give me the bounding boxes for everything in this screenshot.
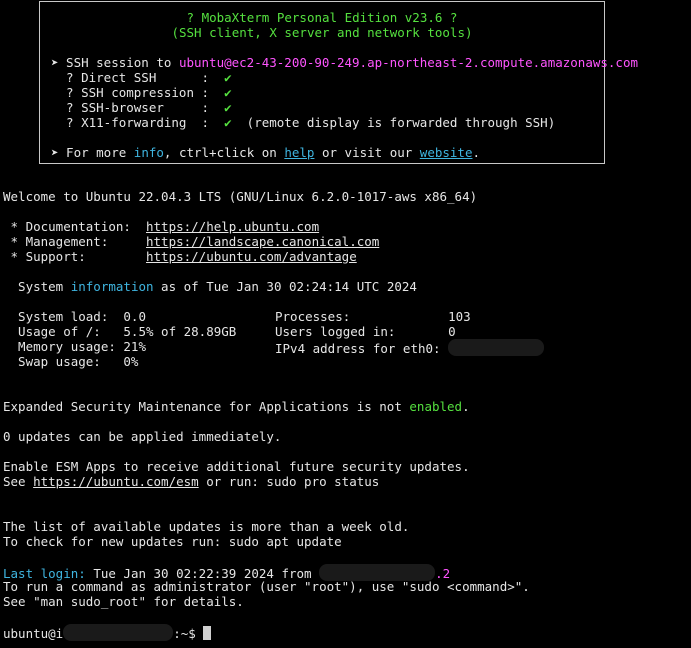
doc-url[interactable]: https://landscape.canonical.com [146,234,379,249]
esm-apps-line: Enable ESM Apps to receive additional fu… [3,459,470,474]
sysinfo-keyword: information [70,279,154,294]
doc-url[interactable]: https://help.ubuntu.com [146,219,319,234]
stat-left: System load: 0.0 [3,309,146,324]
banner-title: ? MobaXterm Personal Edition v23.6 ? [186,10,458,25]
text-cursor[interactable] [203,626,212,640]
ssh-session-line: ➤ SSH session to ubuntu@ec2-43-200-90-24… [51,55,638,70]
banner-subtitle: (SSH client, X server and network tools) [171,25,473,40]
doc-line-documentation: * Documentation: https://help.ubuntu.com [3,219,320,234]
updates-line: 0 updates can be applied immediately. [3,429,282,444]
sudo-line-2: See "man sudo_root" for details. [3,594,244,609]
esm-status-line: Expanded Security Maintenance for Applic… [3,399,470,414]
stat-left: Swap usage: 0% [3,354,139,369]
doc-line-management: * Management: https://landscape.canonica… [3,234,380,249]
check-updates-line: To check for new updates run: sudo apt u… [3,534,342,549]
stat-right: Processes: 103 [275,309,471,324]
ipv4-label: IPv4 address for eth0: [275,341,441,356]
stat-left: Usage of /: 5.5% of 28.89GB [3,324,237,339]
system-info-header: System information as of Tue Jan 30 02:2… [3,279,417,294]
stat-right-ipv4: IPv4 address for eth0: [275,339,545,356]
more-mid2: or visit our [314,145,420,160]
website-link[interactable]: website [420,145,473,160]
feature-direct-ssh: ? Direct SSH : ✔ [51,70,232,85]
check-icon: ✔ [224,70,232,85]
check-icon: ✔ [224,100,232,115]
stat-right: Users logged in: 0 [275,324,456,339]
feature-ssh-compression: ? SSH compression : ✔ [51,85,232,100]
feature-ssh-browser: ? SSH-browser : ✔ [51,100,232,115]
doc-line-support: * Support: https://ubuntu.com/advantage [3,249,357,264]
feature-label: ? SSH compression : [51,85,225,100]
feature-x11-forwarding: ? X11-forwarding : ✔ (remote display is … [51,115,555,130]
more-end: . [472,145,481,160]
prompt-suffix: :~$ [173,626,204,641]
welcome-line: Welcome to Ubuntu 22.04.3 LTS (GNU/Linux… [3,189,478,204]
esm-suffix: . [462,399,470,414]
esm-see-prefix: See [3,474,34,489]
doc-url[interactable]: https://ubuntu.com/advantage [146,249,357,264]
redacted-ip [448,339,545,356]
session-prefix: ➤ SSH session to [51,55,179,70]
feature-label: ? Direct SSH : [51,70,225,85]
help-link[interactable]: help [284,145,314,160]
doc-label: * Support: [3,249,146,264]
esm-url[interactable]: https://ubuntu.com/esm [33,474,199,489]
prompt-prefix: ubuntu@i [3,626,64,641]
last-login-line: Last login: Tue Jan 30 02:22:39 2024 fro… [3,564,450,581]
redacted-hostname [63,624,174,641]
feature-label: ? SSH-browser : [51,100,225,115]
sudo-line-1: To run a command as administrator (user … [3,579,530,594]
sysinfo-suffix: as of Tue Jan 30 02:24:14 UTC 2024 [153,279,417,294]
mobaxterm-banner: ? MobaXterm Personal Edition v23.6 ? (SS… [39,1,638,164]
terminal-window[interactable]: ? MobaXterm Personal Edition v23.6 ? (SS… [0,0,691,648]
check-icon: ✔ [224,115,232,130]
feature-label: ? X11-forwarding : [51,115,225,130]
esm-enabled-word: enabled [409,399,463,414]
doc-label: * Management: [3,234,146,249]
session-host: ubuntu@ec2-43-200-90-249.ap-northeast-2.… [178,55,639,70]
stat-left: Memory usage: 21% [3,339,146,354]
old-list-line: The list of available updates is more th… [3,519,410,534]
more-prefix: ➤ For more [51,145,134,160]
doc-label: * Documentation: [3,219,146,234]
feature-note: (remote display is forwarded through SSH… [231,115,556,130]
shell-prompt[interactable]: ubuntu@i :~$ [3,624,212,641]
sysinfo-prefix: System [3,279,71,294]
esm-see-line: See https://ubuntu.com/esm or run: sudo … [3,474,379,489]
more-mid: , ctrl+click on [163,145,285,160]
more-info-line: ➤ For more info, ctrl+click on help or v… [51,145,480,160]
info-link[interactable]: info [134,145,164,160]
esm-prefix: Expanded Security Maintenance for Applic… [3,399,410,414]
esm-see-suffix: or run: sudo pro status [198,474,380,489]
check-icon: ✔ [224,85,232,100]
